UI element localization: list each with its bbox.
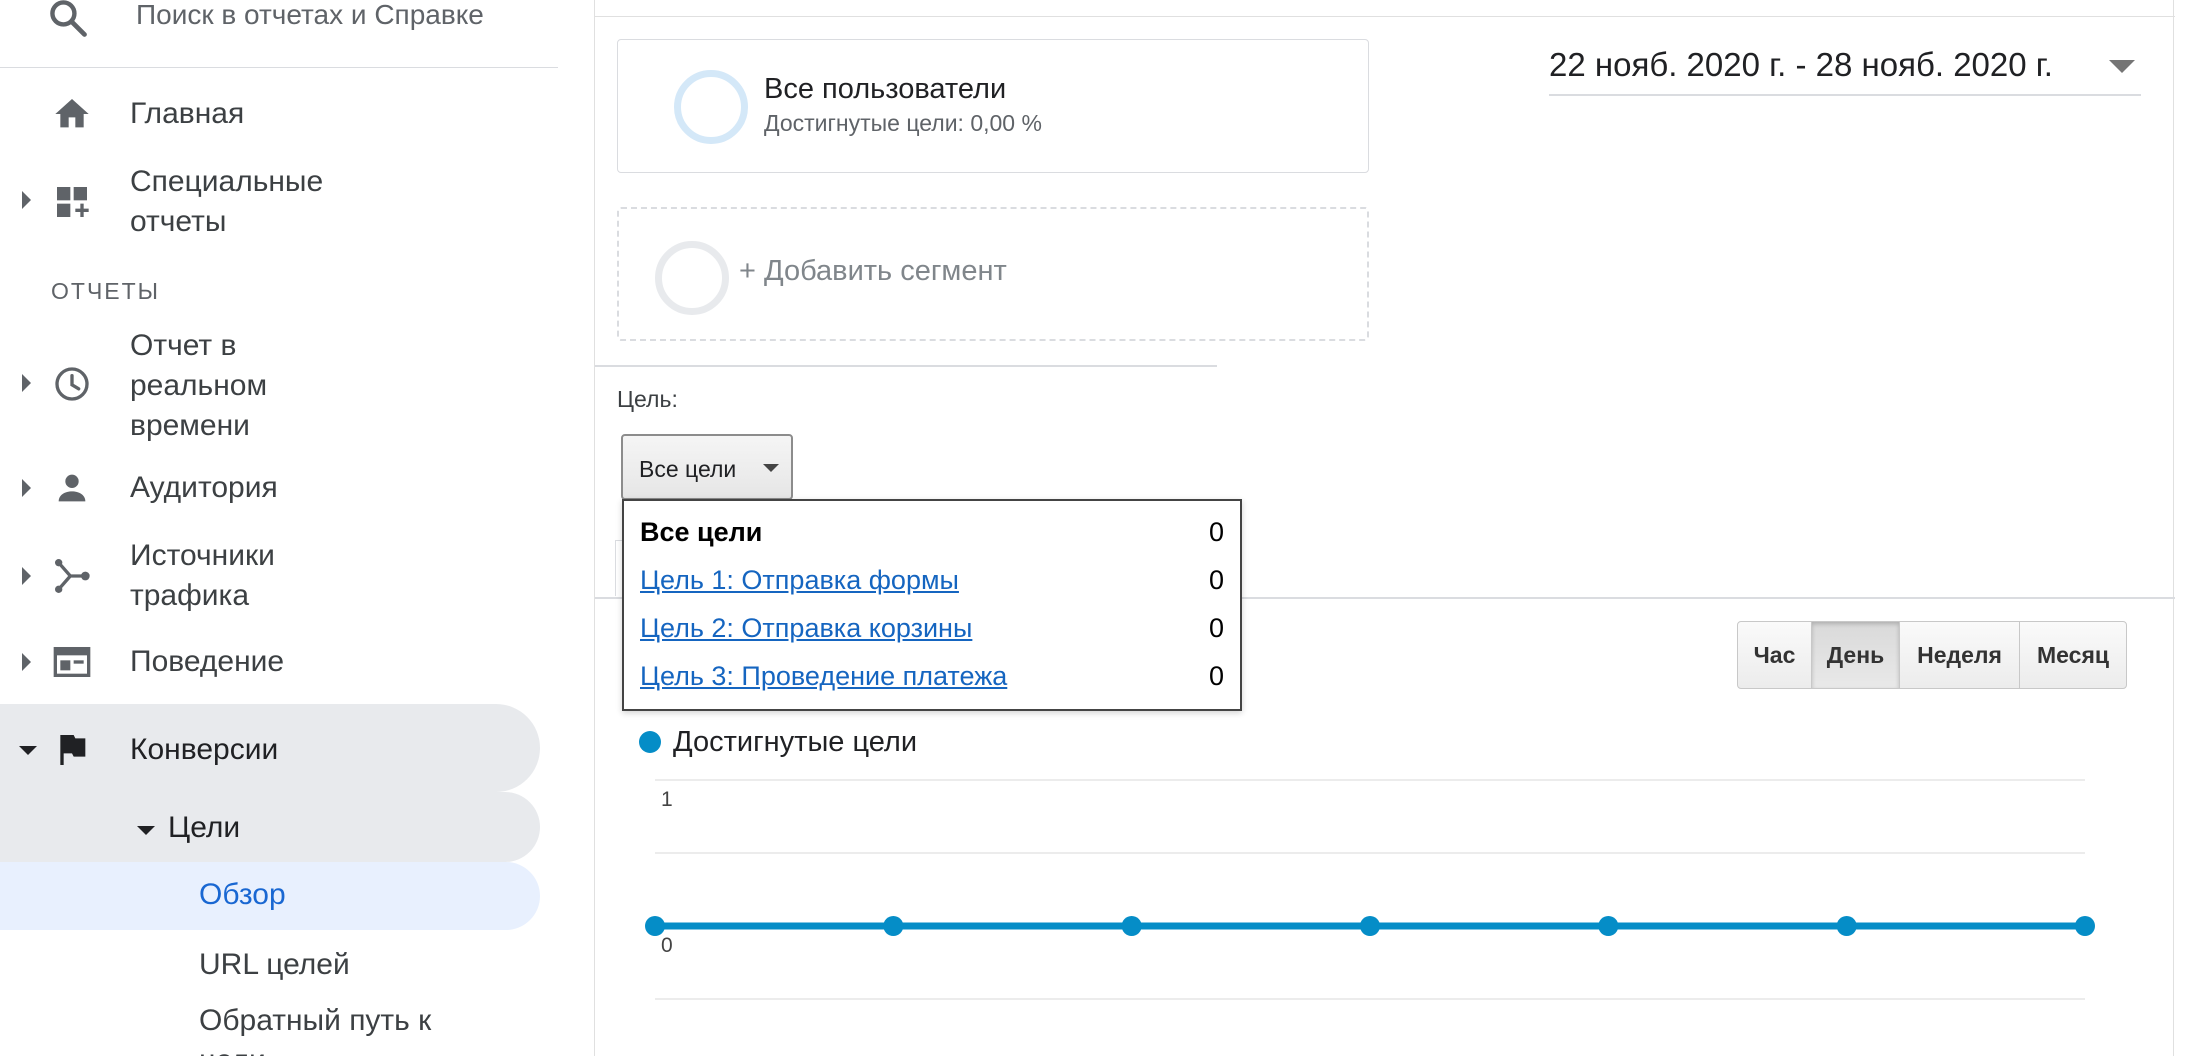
period-button-week[interactable]: Неделя xyxy=(1900,622,2020,688)
data-point[interactable] xyxy=(1360,916,1380,936)
clock-icon xyxy=(55,367,89,401)
divider xyxy=(595,16,2175,17)
sidebar-item-label: Главная xyxy=(130,97,245,130)
caret-down-icon xyxy=(19,746,37,755)
divider xyxy=(595,365,1217,367)
sidebar: Главная Специальные отчеты ОТЧЕТЫ Отчет … xyxy=(0,0,558,1056)
caret-right-icon xyxy=(22,374,31,392)
sidebar-item-behavior[interactable]: Поведение xyxy=(0,640,540,684)
dropdown-arrow-icon xyxy=(763,464,779,472)
dashboard-add-icon xyxy=(57,187,89,217)
sidebar-item-label: Аудитория xyxy=(130,471,278,504)
dropdown-arrow-icon xyxy=(2109,60,2135,73)
menu-item-value: 0 xyxy=(1208,517,1224,547)
segment-summary: Достигнутые цели: 0,00 % xyxy=(764,110,1042,136)
sidebar-item-acquisition[interactable]: Источники трафика xyxy=(0,534,540,618)
section-label-reports: ОТЧЕТЫ xyxy=(51,278,161,304)
data-point[interactable] xyxy=(1836,916,1857,936)
date-range-picker[interactable]: 22 нояб. 2020 г. - 28 нояб. 2020 г. xyxy=(1549,40,2141,96)
legend-label: Достигнутые цели xyxy=(673,726,918,758)
menu-item-value: 0 xyxy=(1208,613,1224,643)
data-point[interactable] xyxy=(1121,916,1142,936)
search-input[interactable] xyxy=(136,0,496,38)
menu-item-goal-2[interactable]: Цель 2: Отправка корзины 0 xyxy=(640,607,1224,651)
data-point[interactable] xyxy=(1598,916,1619,936)
period-button-day[interactable]: День xyxy=(1812,622,1900,688)
menu-item-label[interactable]: Цель 3: Проведение платежа xyxy=(640,661,1007,692)
goal-dropdown-menu: Все цели 0 Цель 1: Отправка формы 0 Цель… xyxy=(622,499,1242,711)
sidebar-item-label: реальном xyxy=(130,369,268,402)
menu-item-goal-3[interactable]: Цель 3: Проведение платежа 0 xyxy=(640,655,1224,699)
sidebar-item-overview-label: Обзор xyxy=(199,878,286,911)
menu-item-value: 0 xyxy=(1208,565,1224,595)
search-bar xyxy=(0,0,558,68)
caret-down-icon xyxy=(137,826,155,835)
sidebar-item-label: времени xyxy=(130,409,250,442)
menu-item-goal-1[interactable]: Цель 1: Отправка формы 0 xyxy=(640,559,1224,603)
menu-item-label[interactable]: Цель 2: Отправка корзины xyxy=(640,613,972,644)
legend-dot-icon xyxy=(639,731,661,753)
caret-right-icon xyxy=(22,191,31,209)
caret-right-icon xyxy=(22,567,31,585)
data-point[interactable] xyxy=(883,916,904,936)
caret-right-icon xyxy=(22,653,31,671)
sidebar-item-goal-urls[interactable]: URL целей xyxy=(199,948,350,982)
add-segment-button[interactable]: + Добавить сегмент xyxy=(617,207,1369,341)
segment-ring-icon xyxy=(674,70,748,144)
y-tick-label: 1 xyxy=(661,788,673,811)
sidebar-item-reverse-goal-path[interactable]: Обратный путь к xyxy=(199,1004,431,1038)
search-icon[interactable] xyxy=(46,0,90,40)
sidebar-item-goals[interactable]: Цели xyxy=(0,808,540,852)
goal-select[interactable]: Все цели xyxy=(621,434,793,500)
sidebar-item-label: Отчет в xyxy=(130,329,237,362)
sidebar-item-label: Поведение xyxy=(130,645,285,678)
goal-select-value: Все цели xyxy=(639,456,737,482)
sidebar-item-label: Источники xyxy=(130,539,275,572)
sidebar-item-label: Специальные xyxy=(130,165,324,198)
sidebar-item-label: Конверсии xyxy=(130,733,279,766)
sidebar-item-realtime[interactable]: Отчет в реальном времени xyxy=(0,324,540,448)
period-button-month[interactable]: Месяц xyxy=(2020,622,2126,688)
sidebar-item-label: трафика xyxy=(130,579,250,612)
main-content: Все пользователи Достигнутые цели: 0,00 … xyxy=(594,0,2175,1056)
menu-item-label[interactable]: Цель 1: Отправка формы xyxy=(640,565,959,596)
data-point[interactable] xyxy=(645,916,665,936)
sidebar-item-home[interactable]: Главная xyxy=(0,92,540,136)
segment-all-users[interactable]: Все пользователи Достигнутые цели: 0,00 … xyxy=(617,39,1369,173)
sidebar-item-custom-reports[interactable]: Специальные отчеты xyxy=(0,160,540,244)
menu-item-label: Все цели xyxy=(640,517,763,547)
flag-icon xyxy=(60,735,86,765)
goal-selector-label: Цель: xyxy=(617,386,678,412)
menu-item-value: 0 xyxy=(1208,661,1224,691)
goals-line-chart: 10 xyxy=(645,779,2095,1000)
y-tick-label: 0 xyxy=(661,934,673,957)
merge-arrows-icon xyxy=(55,559,90,593)
web-window-icon xyxy=(53,647,91,677)
segment-ring-icon xyxy=(655,241,729,315)
sidebar-item-reverse-goal-path-2[interactable]: цели xyxy=(199,1044,266,1056)
sidebar-item-audience[interactable]: Аудитория xyxy=(0,466,540,510)
data-point[interactable] xyxy=(2075,916,2095,936)
sidebar-item-conversions[interactable]: Конверсии xyxy=(0,728,540,772)
period-button-hour[interactable]: Час xyxy=(1738,622,1812,688)
sidebar-item-label: Цели xyxy=(168,811,241,844)
sidebar-item-label: отчеты xyxy=(130,205,227,238)
date-range-text: 22 нояб. 2020 г. - 28 нояб. 2020 г. xyxy=(1549,46,2053,83)
period-toggle-group: Час День Неделя Месяц xyxy=(1737,621,2127,689)
person-icon xyxy=(58,474,86,502)
menu-item-all-goals[interactable]: Все цели 0 xyxy=(640,511,1224,555)
caret-right-icon xyxy=(22,479,31,497)
home-icon xyxy=(55,99,89,128)
add-segment-label: + Добавить сегмент xyxy=(739,255,1007,287)
segment-title: Все пользователи xyxy=(764,73,1007,105)
